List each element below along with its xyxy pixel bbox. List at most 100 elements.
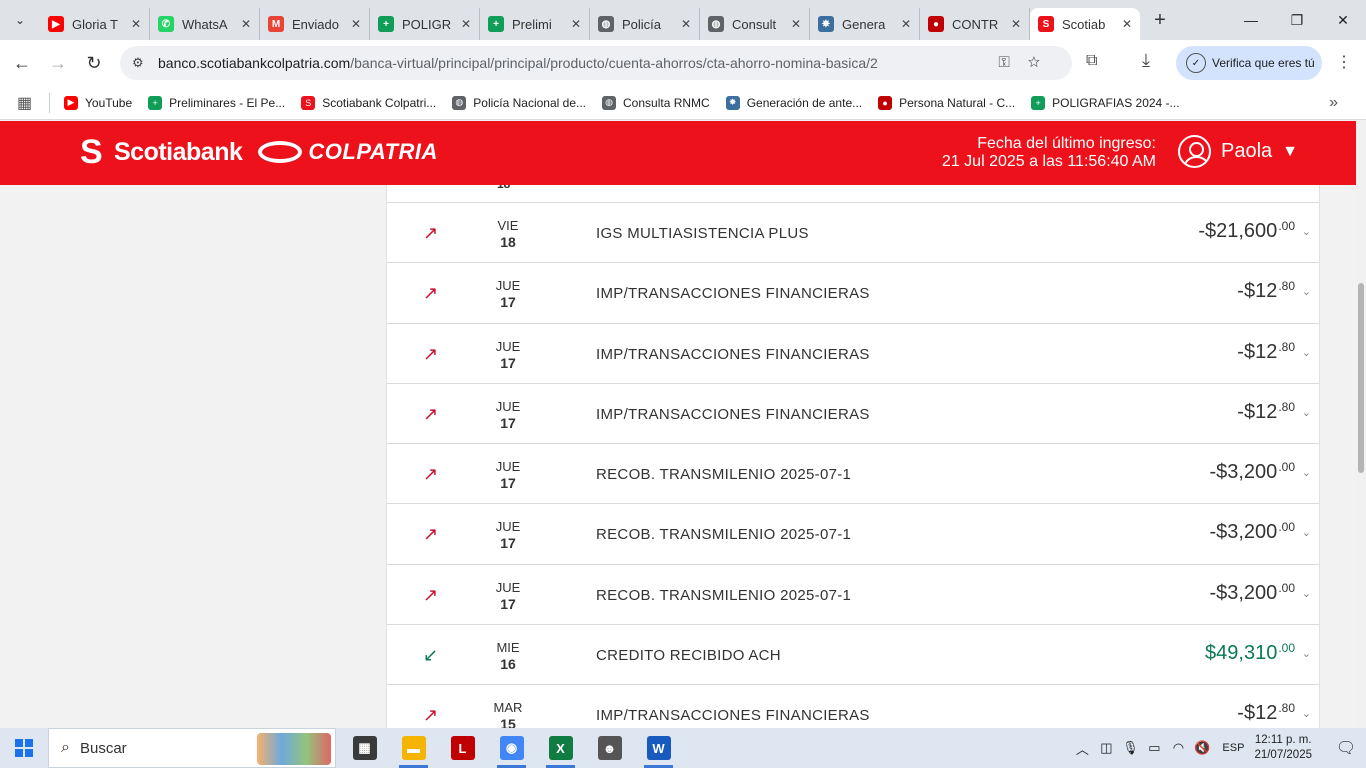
bookmark-item[interactable]: ◍ Consulta RNMC — [594, 95, 718, 110]
verify-identity-button[interactable]: ✓ Verifica que eres tú — [1176, 46, 1322, 80]
expand-chevron-icon[interactable]: ⌄ — [1302, 466, 1311, 479]
bookmarks-overflow-icon[interactable]: » — [1329, 94, 1338, 112]
expand-chevron-icon[interactable]: ⌄ — [1302, 285, 1311, 298]
close-tab-icon[interactable]: ✕ — [461, 17, 471, 31]
scotiabank-colpatria-logo[interactable]: S Scotiabank COLPATRIA — [80, 135, 438, 169]
camera-icon[interactable]: ◫ — [1094, 740, 1118, 756]
bookmark-item[interactable]: ◍ Policía Nacional de... — [444, 95, 594, 110]
bookmark-label: Scotiabank Colpatri... — [322, 95, 437, 110]
browser-tab[interactable]: M Enviado ✕ — [260, 8, 370, 40]
forward-arrow-icon[interactable]: → — [40, 53, 76, 74]
battery-icon[interactable]: ▭ — [1142, 740, 1166, 756]
page-scrollbar[interactable] — [1356, 121, 1366, 728]
restore-icon[interactable]: ❐ — [1274, 0, 1320, 40]
transaction-row[interactable]: ↙ MIE 16 CREDITO RECIBIDO ACH $49,310.00… — [387, 625, 1319, 686]
taskbar-app-excel[interactable]: X — [536, 728, 585, 768]
expand-chevron-icon[interactable]: ⌄ — [1302, 346, 1311, 359]
transaction-row[interactable]: ↗ JUE 17 RECOB. TRANSMILENIO 2025-07-1 -… — [387, 565, 1319, 626]
new-tab-plus-icon[interactable]: + — [1140, 9, 1180, 32]
taskbar-app-calculator[interactable]: ▦ — [340, 728, 389, 768]
bookmark-item[interactable]: S Scotiabank Colpatri... — [293, 95, 444, 110]
browser-tab[interactable]: + POLIGR ✕ — [370, 8, 480, 40]
url-omnibox[interactable]: ⚙ banco.scotiabankcolpatria.com/banca-vi… — [120, 46, 1072, 80]
close-tab-icon[interactable]: ✕ — [131, 17, 141, 31]
reload-icon[interactable]: ↻ — [76, 53, 112, 74]
transaction-row[interactable]: ↗ MAR 15 IMP/TRANSACCIONES FINANCIERAS -… — [387, 685, 1319, 728]
transaction-row[interactable]: ↗ JUE 17 RECOB. TRANSMILENIO 2025-07-1 -… — [387, 504, 1319, 565]
tray-overflow-chevron-icon[interactable]: ︿ — [1070, 739, 1094, 758]
bookmark-favicon-icon: ▶ — [64, 95, 78, 110]
windows-start-icon[interactable] — [0, 728, 48, 768]
close-tab-icon[interactable]: ✕ — [901, 17, 911, 31]
bookmark-item[interactable]: + POLIGRAFIAS 2024 -... — [1023, 95, 1187, 110]
wifi-icon[interactable]: ◠ — [1166, 740, 1190, 756]
notifications-icon[interactable]: 🗨 — [1326, 738, 1366, 758]
taskbar-app-word[interactable]: W — [634, 728, 683, 768]
bookmark-item[interactable]: ✸ Generación de ante... — [718, 95, 870, 110]
tab-favicon-icon: S — [1038, 16, 1054, 32]
taskbar-search-box[interactable]: ⌕ Buscar — [48, 728, 336, 768]
bookmark-item[interactable]: ● Persona Natural - C... — [870, 95, 1023, 110]
close-tab-icon[interactable]: ✕ — [351, 17, 361, 31]
microphone-icon[interactable]: 🎙 — [1118, 740, 1142, 756]
browser-tab[interactable]: ✸ Genera ✕ — [810, 8, 920, 40]
extensions-puzzle-icon[interactable]: ⧉ — [1086, 52, 1097, 70]
tab-favicon-icon: + — [488, 16, 504, 32]
bookmark-favicon-icon: ● — [878, 95, 893, 110]
back-arrow-icon[interactable]: ← — [4, 53, 40, 74]
minimize-icon[interactable]: — — [1228, 0, 1274, 40]
partial-day: 18 — [497, 185, 510, 191]
taskbar-app-file-explorer[interactable]: ▬ — [389, 728, 438, 768]
volume-muted-icon[interactable]: 🔇 — [1190, 740, 1214, 756]
browser-tab[interactable]: ✆ WhatsA ✕ — [150, 8, 260, 40]
browser-tab[interactable]: ▶ Gloria T ✕ — [40, 8, 150, 40]
close-tab-icon[interactable]: ✕ — [1122, 17, 1132, 31]
taskbar-app-user-app[interactable]: ☻ — [585, 728, 634, 768]
expand-chevron-icon[interactable]: ⌄ — [1302, 587, 1311, 600]
key-icon[interactable]: ⚿ — [998, 54, 1027, 71]
user-menu[interactable]: Paola ▼ — [1178, 135, 1298, 168]
expand-chevron-icon[interactable]: ⌄ — [1302, 225, 1311, 238]
close-tab-icon[interactable]: ✕ — [241, 17, 251, 31]
close-tab-icon[interactable]: ✕ — [791, 17, 801, 31]
amount-main: -$12 — [1237, 702, 1278, 725]
close-tab-icon[interactable]: ✕ — [571, 17, 581, 31]
browser-tab[interactable]: ◍ Policía ✕ — [590, 8, 700, 40]
expand-chevron-icon[interactable]: ⌄ — [1302, 406, 1311, 419]
transaction-amount: $49,310.00 — [1205, 641, 1295, 665]
taskbar-app-red-app[interactable]: L — [438, 728, 487, 768]
expand-chevron-icon[interactable]: ⌄ — [1302, 647, 1311, 660]
star-bookmark-icon[interactable]: ☆ — [1028, 54, 1058, 71]
transaction-row[interactable]: ↗ JUE 17 IMP/TRANSACCIONES FINANCIERAS -… — [387, 324, 1319, 384]
site-settings-icon[interactable]: ⚙ — [132, 55, 154, 71]
download-icon[interactable]: ⤓ — [1142, 50, 1150, 71]
transaction-amount: -$3,200.00 — [1209, 581, 1295, 605]
browser-menu-icon[interactable]: ⋮ — [1336, 52, 1352, 72]
language-indicator[interactable]: ESP — [1222, 742, 1244, 754]
taskbar-app-chrome[interactable]: ◉ — [487, 728, 536, 768]
bookmark-item[interactable]: + Preliminares - El Pe... — [140, 95, 293, 110]
amount-main: -$3,200 — [1209, 581, 1278, 604]
transaction-row[interactable]: ↗ JUE 17 RECOB. TRANSMILENIO 2025-07-1 -… — [387, 444, 1319, 505]
expand-chevron-icon[interactable]: ⌄ — [1302, 526, 1311, 539]
browser-tab[interactable]: ● CONTR ✕ — [920, 8, 1030, 40]
tab-favicon-icon: ● — [928, 16, 944, 32]
bookmark-item[interactable]: ▶ YouTube — [56, 95, 140, 110]
apps-grid-icon[interactable]: ▦ — [0, 92, 50, 113]
browser-tab[interactable]: + Prelimi ✕ — [480, 8, 590, 40]
expand-chevron-icon[interactable]: ⌄ — [1302, 707, 1311, 720]
browser-tab[interactable]: ◍ Consult ✕ — [700, 8, 810, 40]
scrollbar-thumb[interactable] — [1358, 283, 1364, 473]
taskbar-clock[interactable]: 12:11 p. m. 21/07/2025 — [1254, 733, 1312, 763]
close-tab-icon[interactable]: ✕ — [681, 17, 691, 31]
browser-tab[interactable]: S Scotiab ✕ — [1030, 8, 1140, 40]
transaction-row[interactable]: ↗ VIE 18 IGS MULTIASISTENCIA PLUS -$21,6… — [387, 203, 1319, 264]
close-tab-icon[interactable]: ✕ — [1011, 17, 1021, 31]
transaction-row[interactable]: ↗ JUE 17 IMP/TRANSACCIONES FINANCIERAS -… — [387, 263, 1319, 324]
amount-main: -$3,200 — [1209, 461, 1278, 484]
tab-search-chevron-icon[interactable]: ⌄ — [0, 0, 40, 40]
transaction-description: RECOB. TRANSMILENIO 2025-07-1 — [596, 526, 852, 544]
transaction-row[interactable]: ↗ JUE 17 IMP/TRANSACCIONES FINANCIERAS -… — [387, 384, 1319, 445]
close-window-icon[interactable]: ✕ — [1320, 0, 1366, 40]
amount-main: -$12 — [1237, 280, 1278, 303]
